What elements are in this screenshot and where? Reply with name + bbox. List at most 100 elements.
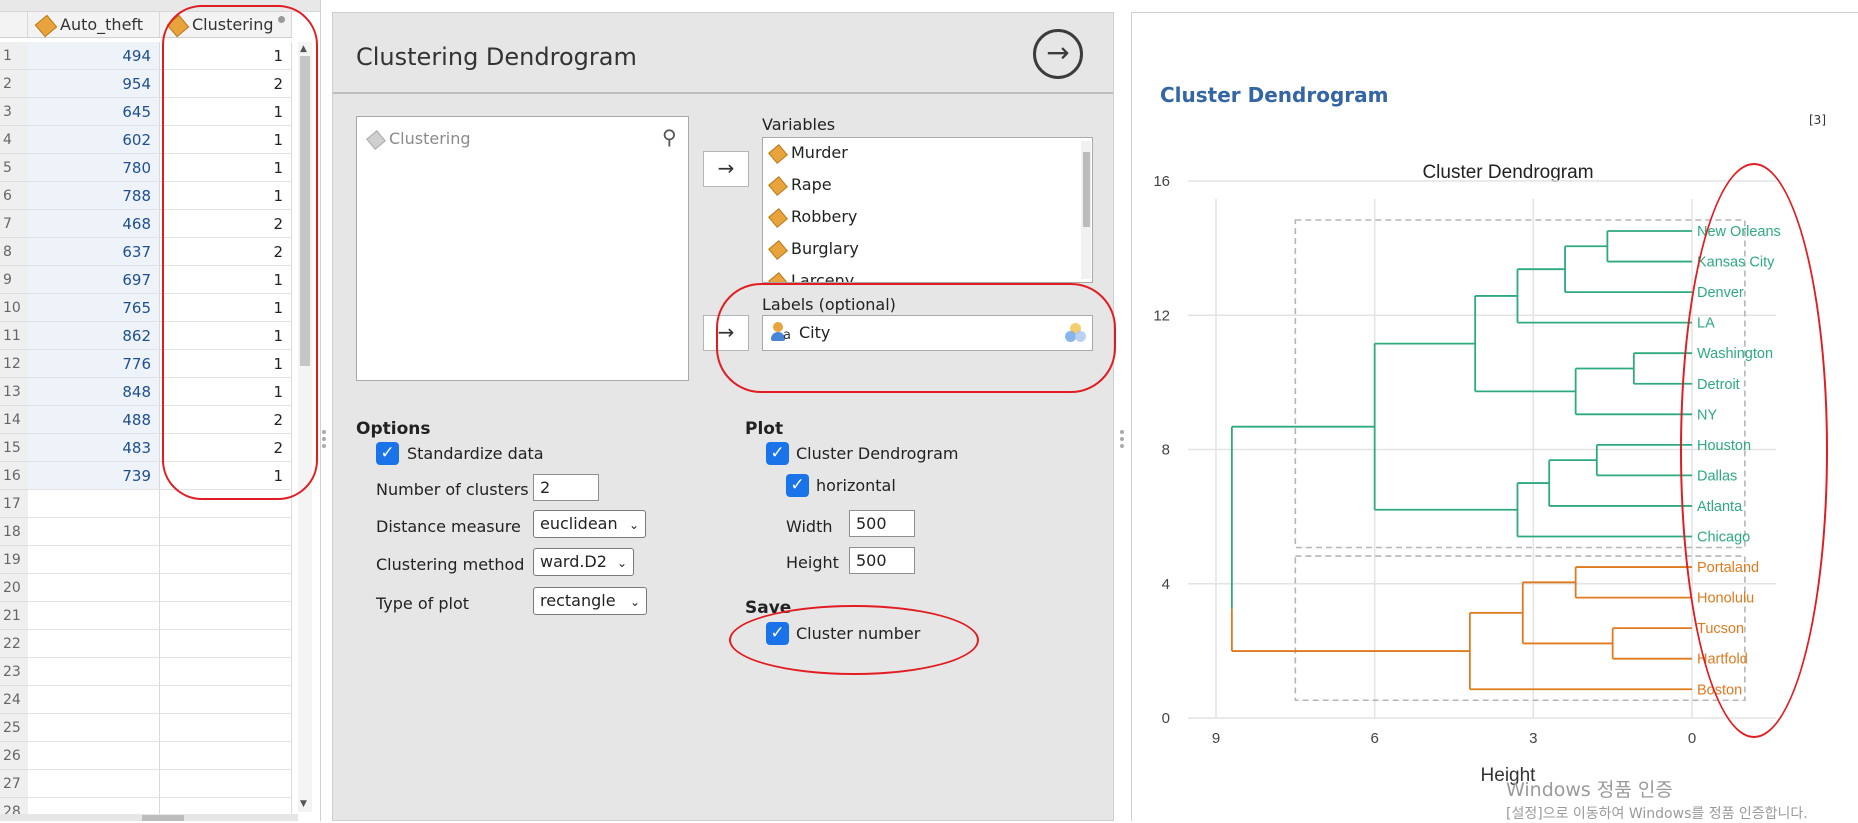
row-number[interactable]: 25 [0,714,28,742]
cell-auto-theft[interactable] [28,630,160,658]
cell-clustering[interactable] [160,630,292,658]
row-number[interactable]: 24 [0,686,28,714]
row-number[interactable]: 1 [0,42,28,70]
row-number[interactable]: 7 [0,210,28,238]
row-number[interactable]: 6 [0,182,28,210]
row-number[interactable]: 10 [0,294,28,322]
horizontal-checkbox[interactable]: ✓ [786,474,809,497]
run-analysis-button[interactable]: → [1033,29,1083,79]
row-number[interactable]: 27 [0,770,28,798]
row-number[interactable]: 26 [0,742,28,770]
ruler-icon [768,175,788,196]
cell-auto-theft[interactable]: 765 [28,294,160,322]
cell-clustering[interactable] [160,546,292,574]
num-clusters-input[interactable]: 2 [533,474,599,501]
row-number[interactable]: 22 [0,630,28,658]
cell-auto-theft[interactable]: 488 [28,406,160,434]
standardize-checkbox[interactable]: ✓ [376,442,399,465]
source-item[interactable]: Clustering [366,129,471,150]
variables-list[interactable]: Murder Rape Robbery Burglary Larceny [762,137,1093,283]
cell-auto-theft[interactable]: 483 [28,434,160,462]
cell-clustering[interactable] [160,574,292,602]
row-number[interactable]: 17 [0,490,28,518]
analysis-options-panel: Clustering Dendrogram → Clustering ⚲ → V… [332,12,1114,821]
panel-splitter[interactable] [322,430,326,448]
scroll-down-arrow-icon[interactable]: ▼ [300,799,307,809]
horizontal-scroll-thumb[interactable] [142,815,184,821]
source-variable-list[interactable]: Clustering ⚲ [356,116,689,381]
row-number[interactable]: 23 [0,658,28,686]
annotation-circle-labels [716,283,1116,393]
clustering-method-select[interactable]: ward.D2 ⌄ [533,548,634,576]
cell-auto-theft[interactable]: 739 [28,462,160,490]
cell-clustering[interactable] [160,518,292,546]
row-number[interactable]: 16 [0,462,28,490]
row-number[interactable]: 13 [0,378,28,406]
panel-splitter[interactable] [1120,430,1124,448]
row-number[interactable]: 12 [0,350,28,378]
cell-clustering[interactable] [160,686,292,714]
cell-auto-theft[interactable]: 697 [28,266,160,294]
variable-item[interactable]: Larceny [768,271,854,282]
variables-scroll-thumb[interactable] [1083,152,1090,227]
variable-item[interactable]: Robbery [768,207,857,228]
cell-clustering[interactable] [160,770,292,798]
cell-auto-theft[interactable]: 954 [28,70,160,98]
row-number[interactable]: 9 [0,266,28,294]
cell-auto-theft[interactable]: 862 [28,322,160,350]
cell-clustering[interactable] [160,714,292,742]
y-tick-label: 0 [1162,710,1170,727]
ruler-icon [768,143,788,164]
cell-clustering[interactable] [160,658,292,686]
variable-item[interactable]: Murder [768,143,848,164]
width-input[interactable]: 500 [849,510,915,537]
variable-item[interactable]: Rape [768,175,832,196]
row-number[interactable]: 2 [0,70,28,98]
cell-auto-theft[interactable]: 780 [28,154,160,182]
cell-auto-theft[interactable]: 602 [28,126,160,154]
row-number[interactable]: 14 [0,406,28,434]
results-heading: Cluster Dendrogram [1160,83,1389,107]
cell-clustering[interactable] [160,742,292,770]
cell-auto-theft[interactable]: 776 [28,350,160,378]
move-to-variables-button[interactable]: → [703,151,749,187]
row-number[interactable]: 15 [0,434,28,462]
cell-auto-theft[interactable] [28,574,160,602]
variable-item[interactable]: Burglary [768,239,859,260]
cell-auto-theft[interactable]: 848 [28,378,160,406]
cell-clustering[interactable] [160,602,292,630]
row-number[interactable]: 5 [0,154,28,182]
cell-auto-theft[interactable] [28,686,160,714]
search-icon[interactable]: ⚲ [662,125,677,149]
cell-auto-theft[interactable]: 637 [28,238,160,266]
cell-auto-theft[interactable] [28,602,160,630]
row-number[interactable]: 3 [0,98,28,126]
dendrogram-checkbox[interactable]: ✓ [766,442,789,465]
row-number[interactable]: 11 [0,322,28,350]
cell-auto-theft[interactable] [28,770,160,798]
cell-auto-theft[interactable]: 494 [28,42,160,70]
row-number[interactable]: 20 [0,574,28,602]
arrow-right-icon: → [717,156,735,180]
cell-auto-theft[interactable] [28,518,160,546]
row-number[interactable]: 21 [0,602,28,630]
cell-auto-theft[interactable] [28,714,160,742]
cell-auto-theft[interactable] [28,742,160,770]
chevron-down-icon: ⌄ [616,556,627,570]
plot-type-select[interactable]: rectangle ⌄ [533,587,647,615]
cell-auto-theft[interactable]: 788 [28,182,160,210]
distance-measure-select[interactable]: euclidean ⌄ [533,510,646,538]
row-number[interactable]: 8 [0,238,28,266]
row-number[interactable]: 18 [0,518,28,546]
cell-auto-theft[interactable]: 645 [28,98,160,126]
ruler-icon [768,239,788,260]
cell-auto-theft[interactable] [28,490,160,518]
options-heading: Options [356,419,431,439]
row-number[interactable]: 19 [0,546,28,574]
cell-auto-theft[interactable] [28,546,160,574]
row-number[interactable]: 4 [0,126,28,154]
cell-auto-theft[interactable]: 468 [28,210,160,238]
column-header-auto-theft[interactable]: Auto_theft [28,12,160,38]
height-input[interactable]: 500 [849,547,915,574]
cell-auto-theft[interactable] [28,658,160,686]
